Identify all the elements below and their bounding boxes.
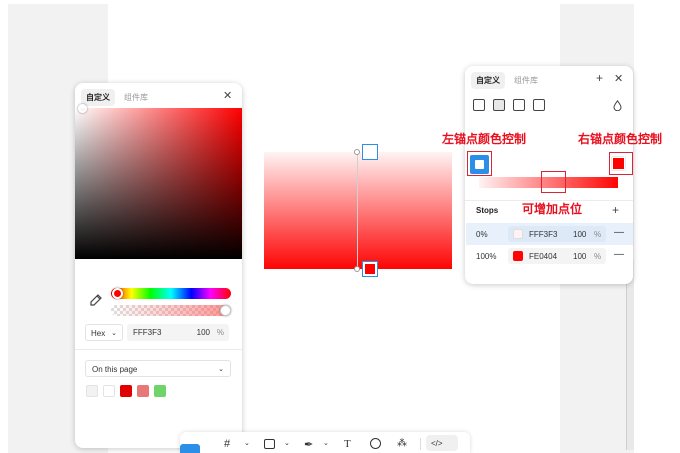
components-tool-icon[interactable]: ⁂ (397, 438, 407, 449)
alpha-value[interactable]: 100 (197, 328, 210, 337)
stop-alpha-unit: % (594, 252, 602, 261)
stop-color-field[interactable]: FE0404 100 % (508, 248, 606, 264)
solid-fill-icon[interactable] (473, 99, 485, 111)
divider (75, 349, 242, 350)
opacity-drop-icon[interactable] (613, 100, 622, 111)
pen-tool-icon[interactable]: ✒ (304, 438, 313, 451)
stops-label: Stops (476, 206, 499, 215)
canvas-stop-handle-bottom[interactable] (362, 261, 378, 277)
hue-handle[interactable] (112, 288, 123, 299)
saturation-handle[interactable] (78, 104, 87, 113)
stop-alpha-unit: % (594, 230, 602, 239)
move-tool-selected[interactable] (180, 444, 200, 453)
swatch[interactable] (120, 385, 132, 397)
alpha-unit: % (216, 328, 224, 337)
eyedropper-icon[interactable] (89, 293, 103, 307)
stop-swatch[interactable] (513, 251, 523, 261)
plus-icon[interactable]: + (596, 71, 603, 85)
video-fill-icon[interactable] (533, 99, 545, 111)
tab-custom[interactable]: 自定义 (471, 72, 505, 89)
fill-type-row (473, 99, 545, 111)
annotation-box-middle (541, 171, 566, 193)
toolbar-divider (420, 438, 421, 450)
close-icon[interactable]: ✕ (223, 89, 232, 102)
alpha-handle[interactable] (220, 305, 231, 316)
scroll-strip (626, 260, 634, 450)
image-fill-icon[interactable] (513, 99, 525, 111)
dev-mode-button[interactable]: </> (426, 435, 458, 451)
gradient-rectangle[interactable] (264, 152, 452, 269)
swatch[interactable] (86, 385, 98, 397)
chevron-down-icon[interactable]: ⌄ (244, 439, 250, 447)
tab-library[interactable]: 组件库 (119, 89, 153, 106)
chevron-down-icon: ⌄ (111, 330, 117, 337)
color-value-row: Hex ⌄ FFF3F3 100 % (85, 324, 229, 341)
annotation-right-anchor: 右锚点颜色控制 (578, 132, 663, 146)
stop-color-red (365, 264, 375, 274)
frame-tool-icon[interactable]: # (224, 438, 230, 450)
gradient-guide-line[interactable] (357, 152, 358, 269)
swatch[interactable] (154, 385, 166, 397)
hue-slider[interactable] (111, 288, 231, 299)
stop-hex: FE0404 (529, 252, 558, 261)
annotation-left-anchor: 左锚点颜色控制 (442, 132, 527, 146)
alpha-slider[interactable] (111, 305, 231, 316)
swatch[interactable] (137, 385, 149, 397)
stop-row[interactable]: 0% FFF3F3 100 % — (466, 223, 633, 245)
add-stop-button[interactable]: + (612, 203, 619, 217)
swatch-list (86, 385, 166, 397)
rectangle-tool-icon[interactable] (264, 439, 275, 449)
tab-library[interactable]: 组件库 (509, 72, 543, 89)
remove-stop-button[interactable]: — (614, 249, 624, 260)
tab-custom[interactable]: 自定义 (81, 89, 115, 106)
gradient-panel-tabs: 自定义 组件库 (471, 72, 543, 89)
swatch[interactable] (103, 385, 115, 397)
gradient-guide-start-dot[interactable] (354, 149, 360, 155)
close-icon[interactable]: ✕ (614, 72, 623, 85)
color-mode-label: Hex (91, 329, 106, 338)
stop-alpha[interactable]: 100 (573, 252, 586, 261)
hex-input[interactable]: FFF3F3 100 % (127, 324, 229, 341)
linear-gradient-icon[interactable] (493, 99, 505, 111)
text-tool-icon[interactable]: T (344, 438, 351, 450)
bottom-toolbar: # ⌄ ⌄ ✒ ⌄ T ⁂ </> (180, 432, 470, 453)
chevron-down-icon[interactable]: ⌄ (323, 439, 329, 447)
annotation-add-point: 可增加点位 (522, 202, 583, 216)
stop-position[interactable]: 100% (476, 252, 496, 261)
stop-hex: FFF3F3 (529, 230, 558, 239)
canvas-stop-handle-top[interactable] (362, 144, 378, 160)
stop-color-field[interactable]: FFF3F3 100 % (508, 226, 606, 242)
stop-position[interactable]: 0% (476, 230, 488, 239)
saturation-value-area[interactable] (75, 108, 242, 259)
gradient-guide-end-dot[interactable] (354, 266, 360, 272)
annotation-box-left (467, 151, 492, 176)
hex-value: FFF3F3 (133, 328, 162, 337)
stop-row[interactable]: 100% FE0404 100 % — (466, 245, 633, 267)
swatch-source-label: On this page (92, 365, 138, 374)
swatch-source-select[interactable]: On this page ⌄ (85, 360, 231, 377)
color-picker-panel: 自定义 组件库 ✕ Hex ⌄ FFF3F3 100 % On this pag… (75, 83, 242, 448)
picker-tabs: 自定义 组件库 (81, 89, 153, 106)
chevron-down-icon: ⌄ (218, 366, 224, 373)
color-mode-select[interactable]: Hex ⌄ (85, 324, 123, 341)
annotation-box-right (609, 152, 633, 175)
stop-swatch[interactable] (513, 229, 523, 239)
comment-tool-icon[interactable] (370, 438, 381, 449)
stop-alpha[interactable]: 100 (573, 230, 586, 239)
chevron-down-icon[interactable]: ⌄ (284, 439, 290, 447)
remove-stop-button[interactable]: — (614, 227, 624, 238)
